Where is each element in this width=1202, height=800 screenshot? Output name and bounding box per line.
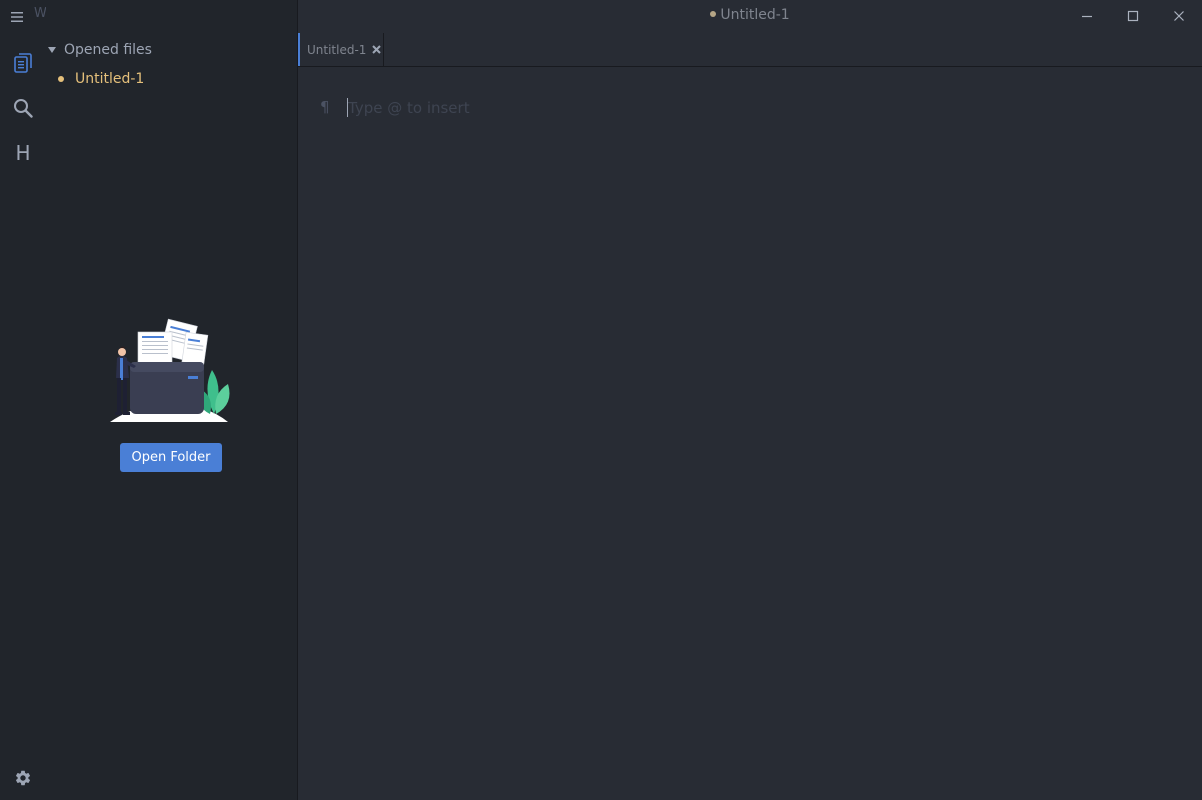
files-icon[interactable] [12,52,34,74]
unsaved-dot-icon [710,11,717,17]
empty-folder-illustration [110,318,234,424]
editor-input[interactable] [346,97,948,119]
app-window: W 0 H Op [0,0,1202,800]
tab-untitled-1[interactable]: Untitled-1 [298,33,384,66]
hamburger-menu-icon[interactable] [11,8,23,22]
opened-files-header[interactable]: Opened files [48,40,152,60]
tab-label: Untitled-1 [307,42,367,57]
minimize-icon [1082,15,1092,18]
maximize-icon [1127,10,1139,22]
paragraph-icon[interactable]: ¶ [320,98,330,116]
opened-file-item[interactable]: Untitled-1 [58,69,144,89]
opened-files-title: Opened files [64,42,152,58]
heading-glyph: H [15,141,31,165]
gear-icon[interactable] [12,767,34,789]
maximize-button[interactable] [1110,0,1156,32]
heading-icon[interactable]: H [12,141,34,165]
window-title-text: Untitled-1 [720,7,790,23]
search-icon[interactable] [12,97,34,119]
tab-close-icon[interactable] [371,45,381,55]
text-cursor [347,98,348,117]
opened-file-name: Untitled-1 [75,71,145,87]
close-window-button[interactable] [1156,0,1202,32]
editor-area[interactable]: ¶ [298,67,1202,800]
activity-bar: W 0 H [0,0,59,800]
titlebar[interactable]: Untitled-1 [298,0,1202,33]
tab-bar: Untitled-1 [298,33,1202,67]
close-icon [1174,11,1184,21]
caret-down-icon [48,47,56,53]
main-area: Untitled-1 Untitled-1 ¶ Type @ to insert [298,0,1202,800]
unsaved-dot-icon [58,76,64,82]
minimize-button[interactable] [1064,0,1110,32]
sidebar: Opened files Untitled-1 Open Folder [46,0,298,800]
open-folder-button[interactable]: Open Folder [120,443,222,472]
